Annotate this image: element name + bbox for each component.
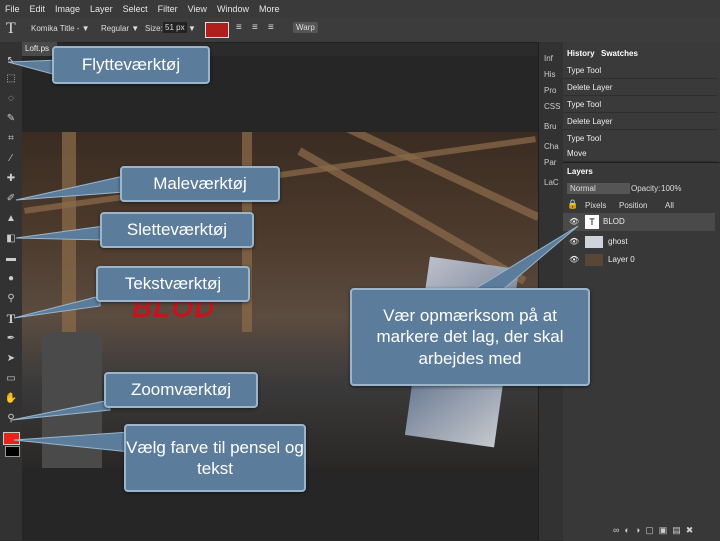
align-left-icon[interactable]: ≡	[236, 22, 242, 33]
toolbar: ↖ ⬚ ◌ ✎ ⌗ ⁄ ✚ ✐ ▲ ◧ ▬ ● ⚲ T ✒ ➤ ▭ ✋ ⚲	[0, 42, 23, 540]
tab-history[interactable]: History	[567, 49, 595, 58]
properties-panel-button[interactable]: Pro	[544, 86, 556, 95]
background-color-swatch[interactable]	[5, 446, 20, 457]
callout-text-tool: Tekstværktøj	[96, 266, 250, 302]
visibility-eye-icon[interactable]: 👁	[569, 233, 579, 251]
font-size-label: Size:	[145, 24, 163, 33]
history-item[interactable]: Type Tool	[563, 97, 717, 113]
paragraph-panel-button[interactable]: Par	[544, 158, 556, 167]
font-family-select[interactable]: Komika Title - ▼	[31, 24, 90, 33]
font-size-input[interactable]: 51 px	[163, 22, 187, 33]
layer-row[interactable]: 👁 ghost	[563, 233, 715, 251]
menu-select[interactable]: Select	[118, 4, 153, 14]
layer-row[interactable]: 👁 Layer 0	[563, 251, 715, 269]
stamp-tool-icon[interactable]: ▲	[4, 212, 18, 226]
lock-all-checkbox[interactable]: All	[665, 201, 674, 210]
type-tool-icon: T	[6, 20, 16, 37]
layer-name: ghost	[608, 237, 628, 246]
brush-panel-button[interactable]: Bru	[544, 122, 556, 131]
opacity-label: Opacity:	[631, 184, 661, 193]
css-panel-button[interactable]: CSS	[544, 102, 560, 111]
visibility-eye-icon[interactable]: 👁	[569, 213, 579, 231]
marquee-tool-icon[interactable]: ⬚	[4, 72, 18, 86]
warp-button[interactable]: Warp	[293, 22, 318, 33]
history-panel-button[interactable]: His	[544, 70, 556, 79]
brush-tool-icon[interactable]: ✐	[4, 192, 18, 206]
history-item[interactable]: Type Tool	[563, 63, 717, 79]
callout-zoom-tool: Zoomværktøj	[104, 372, 258, 408]
layer-name: Layer 0	[608, 255, 635, 264]
menu-image[interactable]: Image	[50, 4, 85, 14]
lasso-tool-icon[interactable]: ◌	[4, 92, 18, 106]
font-size-dropdown[interactable]: ▼	[188, 24, 196, 33]
info-panel-button[interactable]: Inf	[544, 54, 553, 63]
menu-edit[interactable]: Edit	[25, 4, 51, 14]
character-panel-button[interactable]: Cha	[544, 142, 559, 151]
menu-more[interactable]: More	[254, 4, 285, 14]
path-select-tool-icon[interactable]: ➤	[4, 352, 18, 366]
hand-tool-icon[interactable]: ✋	[4, 392, 18, 406]
crop-tool-icon[interactable]: ⌗	[4, 132, 18, 146]
callout-layer-note: Vær opmærksom på at markere det lag, der…	[350, 288, 590, 386]
history-item[interactable]: Type Tool	[563, 131, 717, 147]
lock-position-checkbox[interactable]: Position	[619, 201, 647, 210]
opacity-input[interactable]: 100%	[661, 183, 681, 194]
menu-layer[interactable]: Layer	[85, 4, 118, 14]
lock-icon: 🔒	[567, 199, 579, 209]
gradient-tool-icon[interactable]: ▬	[4, 252, 18, 266]
layer-actions[interactable]: ∞◐◑▢▣▤✖	[613, 525, 698, 536]
eraser-tool-icon[interactable]: ◧	[4, 232, 18, 246]
layer-name: BLOD	[603, 217, 625, 226]
shape-tool-icon[interactable]: ▭	[4, 372, 18, 386]
zoom-tool-icon[interactable]: ⚲	[4, 412, 18, 426]
foreground-color-swatch[interactable]	[3, 432, 20, 445]
menu-window[interactable]: Window	[212, 4, 254, 14]
align-right-icon[interactable]: ≡	[268, 22, 274, 33]
layer-comps-panel-button[interactable]: LaC	[544, 178, 559, 187]
menu-filter[interactable]: Filter	[153, 4, 183, 14]
history-item[interactable]: Delete Layer	[563, 114, 717, 130]
layer-thumbnail	[585, 254, 603, 266]
callout-brush-tool: Maleværktøj	[120, 166, 280, 202]
menu-view[interactable]: View	[183, 4, 212, 14]
callout-move-tool: Flytteværktøj	[52, 46, 210, 84]
history-panel: History Swatches Type Tool Delete Layer …	[563, 42, 720, 162]
lock-pixels-checkbox[interactable]: Pixels	[585, 201, 606, 210]
callout-eraser-tool: Sletteværktøj	[100, 212, 254, 248]
tab-swatches[interactable]: Swatches	[601, 49, 638, 58]
callout-color-picker: Vælg farve til pensel og tekst	[124, 424, 306, 492]
text-tool-icon[interactable]: T	[4, 312, 18, 326]
layers-title[interactable]: Layers	[567, 167, 593, 176]
quick-select-tool-icon[interactable]: ✎	[4, 112, 18, 126]
options-bar: T Komika Title - ▼ Regular ▼ Size: 51 px…	[0, 18, 720, 43]
menu-bar: File Edit Image Layer Select Filter View…	[0, 0, 720, 18]
visibility-eye-icon[interactable]: 👁	[569, 251, 579, 269]
text-color-swatch[interactable]	[205, 22, 229, 38]
beam	[297, 147, 527, 285]
dodge-tool-icon[interactable]: ⚲	[4, 292, 18, 306]
blur-tool-icon[interactable]: ●	[4, 272, 18, 286]
history-tabs: History Swatches	[563, 49, 720, 63]
layer-row[interactable]: 👁 T BLOD	[563, 213, 715, 231]
font-style-select[interactable]: Regular ▼	[101, 24, 139, 33]
healing-tool-icon[interactable]: ✚	[4, 172, 18, 186]
move-tool-icon[interactable]: ↖	[4, 54, 18, 68]
pen-tool-icon[interactable]: ✒	[4, 332, 18, 346]
eyedropper-tool-icon[interactable]: ⁄	[4, 152, 18, 166]
layer-thumbnail	[585, 236, 603, 248]
history-item[interactable]: Move	[563, 146, 717, 162]
history-item[interactable]: Delete Layer	[563, 80, 717, 96]
blend-mode-select[interactable]: Normal	[567, 183, 630, 194]
align-center-icon[interactable]: ≡	[252, 22, 258, 33]
menu-file[interactable]: File	[0, 4, 25, 14]
door	[42, 332, 102, 468]
text-layer-thumbnail: T	[585, 215, 599, 229]
